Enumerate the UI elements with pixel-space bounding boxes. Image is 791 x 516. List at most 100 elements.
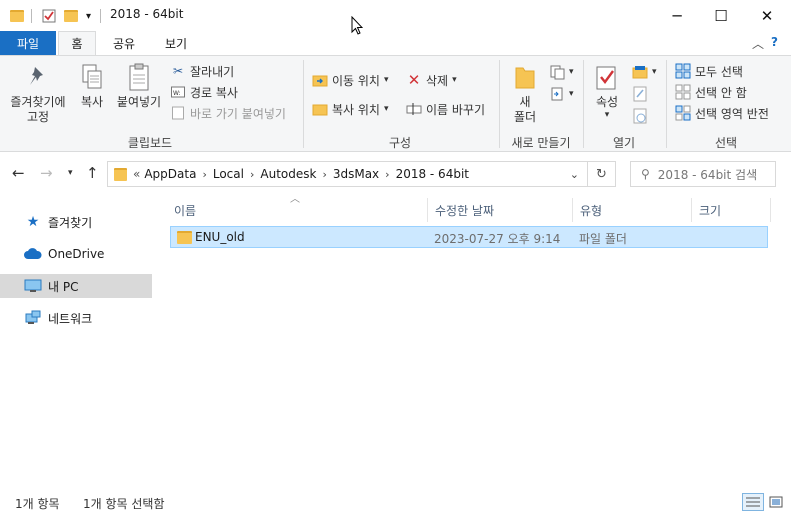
title-bar: ▾ 2018 - 64bit ─ ☐ ✕	[0, 0, 791, 31]
rename-button[interactable]: 이름 바꾸기	[406, 99, 485, 119]
divider	[499, 60, 500, 148]
open-button[interactable]: ▾	[632, 62, 657, 82]
divider	[583, 60, 584, 148]
address-segment-3dsmax[interactable]: 3dsMax	[333, 167, 379, 181]
chevron-right-icon[interactable]: ›	[250, 168, 254, 181]
address-segment-current[interactable]: 2018 - 64bit	[396, 167, 469, 181]
back-arrow-icon[interactable]: ←	[12, 164, 25, 182]
easy-access-button[interactable]: ▾	[549, 84, 574, 104]
recent-locations-icon[interactable]: ▾	[68, 168, 73, 178]
properties-button[interactable]: 속성 ▾	[590, 62, 624, 120]
address-overflow[interactable]: «	[133, 167, 140, 181]
group-label-new: 새로 만들기	[511, 136, 571, 150]
select-none-button[interactable]: 선택 안 함	[675, 82, 747, 102]
move-to-button[interactable]: 이동 위치 ▾	[312, 70, 389, 90]
sidebar-item-onedrive[interactable]: OneDrive	[0, 242, 152, 266]
maximize-button[interactable]: ☐	[698, 0, 744, 31]
sidebar-item-network[interactable]: 네트워크	[0, 306, 152, 330]
sidebar-item-this-pc[interactable]: 내 PC	[0, 274, 152, 298]
chevron-right-icon[interactable]: ›	[202, 168, 206, 181]
chevron-down-icon[interactable]: ⌄	[570, 168, 579, 181]
pin-icon	[24, 62, 52, 92]
forward-arrow-icon[interactable]: →	[40, 164, 53, 182]
delete-button[interactable]: ✕ 삭제 ▾	[406, 70, 457, 90]
up-arrow-icon[interactable]: ↑	[86, 164, 99, 182]
column-header-type[interactable]: 유형	[572, 198, 692, 222]
dropdown-arrow-icon: ▾	[569, 67, 574, 77]
address-bar[interactable]: « AppData › Local › Autodesk › 3dsMax › …	[107, 161, 588, 187]
paste-icon	[125, 62, 153, 92]
minimize-button[interactable]: ─	[654, 0, 700, 31]
search-icon: ⚲	[641, 167, 650, 181]
network-icon	[24, 310, 42, 326]
divider[interactable]	[770, 198, 771, 222]
dropdown-arrow-icon: ▾	[652, 67, 657, 77]
column-header-size[interactable]: 크기	[691, 198, 771, 222]
paste-shortcut-button[interactable]: 바로 가기 붙여넣기	[170, 103, 286, 123]
dropdown-arrow-icon: ▾	[569, 89, 574, 99]
copy-button[interactable]: 복사	[76, 62, 108, 110]
navigation-bar: ← → ▾ ↑ « AppData › Local › Autodesk › 3…	[0, 152, 791, 194]
mouse-cursor-icon	[351, 15, 364, 39]
folder-icon	[177, 231, 192, 244]
tab-view[interactable]: 보기	[154, 31, 198, 55]
new-item-icon	[549, 64, 565, 80]
computer-icon	[24, 278, 42, 294]
ribbon-tabs: 파일 홈 공유 보기 ︿ ?	[0, 31, 791, 55]
copy-path-icon: W:	[170, 84, 186, 100]
customize-quick-access-icon[interactable]: ▾	[86, 7, 91, 25]
address-segment-autodesk[interactable]: Autodesk	[260, 167, 316, 181]
copy-to-button[interactable]: 복사 위치 ▾	[312, 99, 389, 119]
column-header-name[interactable]: 이름	[166, 198, 428, 222]
properties-icon	[593, 62, 621, 92]
new-folder-icon	[511, 62, 539, 92]
tab-share[interactable]: 공유	[104, 31, 144, 55]
new-folder-quick-icon[interactable]	[64, 7, 78, 25]
tab-home[interactable]: 홈	[58, 31, 96, 55]
edit-button[interactable]	[632, 84, 652, 104]
help-icon[interactable]: ?	[771, 35, 778, 49]
dropdown-arrow-icon: ▾	[383, 75, 389, 85]
history-button[interactable]	[632, 106, 652, 126]
cloud-icon	[24, 246, 42, 262]
easy-access-icon	[549, 86, 565, 102]
tab-file[interactable]: 파일	[0, 31, 56, 55]
folder-icon	[114, 167, 127, 181]
group-label-organize: 구성	[388, 136, 412, 150]
properties-quick-icon[interactable]	[42, 7, 56, 25]
delete-x-icon: ✕	[407, 71, 421, 89]
address-segment-local[interactable]: Local	[213, 167, 244, 181]
dropdown-arrow-icon: ▾	[383, 104, 389, 114]
selected-count: 1개 항목 선택함	[83, 497, 165, 511]
refresh-icon[interactable]: ↻	[588, 161, 616, 187]
edit-icon	[632, 86, 648, 102]
copy-path-button[interactable]: W: 경로 복사	[170, 82, 238, 102]
paste-shortcut-icon	[170, 105, 186, 121]
column-header-modified[interactable]: 수정한 날짜	[427, 198, 573, 222]
cut-button[interactable]: ✂ 잘라내기	[170, 61, 234, 81]
item-count: 1개 항목	[15, 497, 60, 511]
pin-to-quick-access-button[interactable]: 즐겨찾기에 고정	[8, 62, 68, 125]
large-icons-view-icon[interactable]	[765, 493, 787, 511]
copy-icon	[78, 62, 106, 92]
new-folder-button[interactable]: 새 폴더	[508, 62, 542, 125]
close-button[interactable]: ✕	[744, 0, 790, 31]
select-all-icon	[675, 63, 691, 79]
open-folder-icon	[632, 64, 648, 80]
group-label-open: 열기	[612, 136, 636, 150]
chevron-right-icon[interactable]: ›	[385, 168, 389, 181]
navigation-pane: ★ 즐겨찾기 OneDrive 내 PC 네트워크	[0, 194, 152, 484]
table-row[interactable]: ENU_old 2023-07-27 오후 9:14 파일 폴더	[170, 226, 768, 248]
paste-button[interactable]: 붙여넣기	[114, 62, 164, 110]
sidebar-item-quick-access[interactable]: ★ 즐겨찾기	[0, 210, 152, 234]
chevron-right-icon[interactable]: ›	[322, 168, 326, 181]
search-input[interactable]: ⚲ 2018 - 64bit 검색	[630, 161, 776, 187]
select-all-button[interactable]: 모두 선택	[675, 61, 743, 81]
new-item-button[interactable]: ▾	[549, 62, 574, 82]
address-segment-appdata[interactable]: AppData	[144, 167, 196, 181]
collapse-ribbon-icon[interactable]: ︿	[752, 35, 764, 52]
details-view-icon[interactable]	[742, 493, 764, 511]
invert-selection-button[interactable]: 선택 영역 반전	[675, 103, 769, 123]
dropdown-arrow-icon: ▾	[604, 110, 610, 120]
dropdown-arrow-icon: ▾	[452, 75, 457, 85]
